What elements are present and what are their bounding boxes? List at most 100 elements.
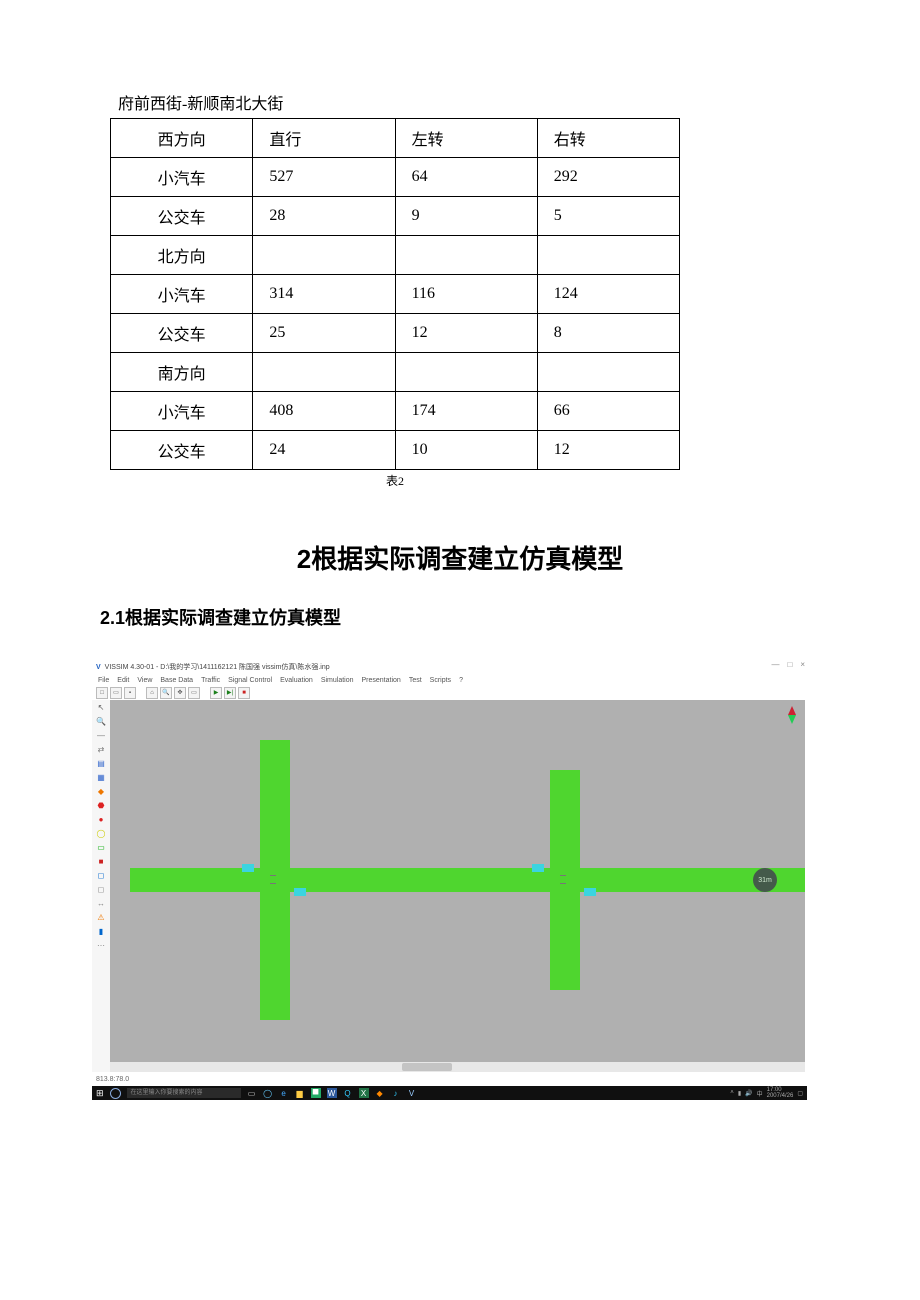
menu-item[interactable]: Evaluation: [280, 677, 313, 684]
table-row: 公交车25128: [111, 314, 680, 353]
minimize-icon[interactable]: —: [771, 660, 779, 669]
row-label: 小汽车: [111, 158, 253, 197]
park-tool-icon[interactable]: ◻: [95, 870, 107, 882]
signal-tool-icon[interactable]: ●: [95, 814, 107, 826]
toolbar-zoom-icon[interactable]: 🔍: [160, 687, 172, 699]
bus-stop-icon[interactable]: ■: [95, 856, 107, 868]
taskbar-search-input[interactable]: 在这里输入你要搜索的内容: [127, 1088, 241, 1098]
app-icon: V: [96, 664, 101, 671]
menu-item[interactable]: Presentation: [362, 677, 401, 684]
priority-tool-icon[interactable]: ◯: [95, 828, 107, 840]
table-row: 公交车2895: [111, 197, 680, 236]
warning-tool-icon[interactable]: ⚠: [95, 912, 107, 924]
window-title: VISSIM 4.30-01 - D:\我的学习\1411162121 陈国强 …: [105, 662, 330, 672]
chart-tool-icon[interactable]: ▮: [95, 926, 107, 938]
section-heading: 2根据实际调查建立仿真模型: [100, 539, 820, 576]
status-bar: 813.8:78.0: [92, 1072, 807, 1086]
toolbar-zoom-fit-icon[interactable]: ⌂: [146, 687, 158, 699]
row-label: 公交车: [111, 314, 253, 353]
cortana-icon[interactable]: [110, 1088, 121, 1099]
windows-taskbar: ⊞ 在这里输入你要搜索的内容 ▭ ◯ e ▆ ⯀ W Q X ◆ ♪ V ˄ ▮…: [92, 1086, 807, 1100]
speed-tool-icon[interactable]: ◆: [95, 786, 107, 798]
scale-badge[interactable]: 31m: [753, 868, 777, 892]
node-tool-icon[interactable]: ◻: [95, 884, 107, 896]
zoom-tool-icon[interactable]: 🔍: [95, 716, 107, 728]
menu-item[interactable]: Signal Control: [228, 677, 272, 684]
lane-marking: [270, 875, 276, 876]
traffic-table: 西方向 直行 左转 右转 小汽车52764292 公交车2895 北方向 小汽车…: [110, 118, 680, 470]
task-view-icon[interactable]: ▭: [247, 1088, 257, 1098]
compass-icon: [785, 706, 799, 724]
lane-marking: [560, 875, 566, 876]
horizontal-scrollbar[interactable]: [110, 1062, 805, 1072]
menu-item[interactable]: Test: [409, 677, 422, 684]
app-edge-icon[interactable]: e: [279, 1088, 289, 1098]
road-horizontal: [130, 868, 805, 892]
app-qq-icon[interactable]: Q: [343, 1088, 353, 1098]
tray-notifications-icon[interactable]: ▢: [797, 1090, 803, 1097]
measure-tool-icon[interactable]: ↔: [95, 898, 107, 910]
table-header-row: 西方向 直行 左转 右转: [111, 119, 680, 158]
misc-tool-icon[interactable]: ⋯: [95, 940, 107, 952]
tray-network-icon[interactable]: ▮: [738, 1090, 741, 1097]
menu-item[interactable]: View: [137, 677, 152, 684]
toolbar-new-icon[interactable]: □: [96, 687, 108, 699]
row-label: 公交车: [111, 431, 253, 470]
scrollbar-thumb[interactable]: [402, 1063, 452, 1071]
table-row: 南方向: [111, 353, 680, 392]
app-music-icon[interactable]: ♪: [391, 1088, 401, 1098]
tray-clock[interactable]: 17:002007/4/26: [767, 1087, 794, 1099]
table-caption: 表2: [100, 472, 690, 489]
toolbar-pan-icon[interactable]: ✥: [174, 687, 186, 699]
toolbar-play-icon[interactable]: ▶: [210, 687, 222, 699]
menu-item[interactable]: File: [98, 677, 109, 684]
start-button-icon[interactable]: ⊞: [96, 1088, 104, 1099]
system-tray[interactable]: ˄ ▮ 🔊 中 17:002007/4/26 ▢: [730, 1087, 803, 1099]
app-cortana-icon[interactable]: ◯: [263, 1088, 273, 1098]
toolbar-stop-icon[interactable]: ■: [238, 687, 250, 699]
header-straight: 直行: [253, 119, 395, 158]
menu-item[interactable]: Scripts: [430, 677, 451, 684]
toolbar-step-icon[interactable]: ▶|: [224, 687, 236, 699]
menu-item[interactable]: Base Data: [160, 677, 193, 684]
app-store-icon[interactable]: ⯀: [311, 1088, 321, 1098]
connector-tool-icon[interactable]: ⇄: [95, 744, 107, 756]
toolbar-select-icon[interactable]: ▭: [188, 687, 200, 699]
tray-up-icon[interactable]: ˄: [730, 1090, 734, 1096]
bus-stop-marker: [532, 864, 544, 872]
maximize-icon[interactable]: □: [787, 660, 792, 669]
toolbar-save-icon[interactable]: ▪: [124, 687, 136, 699]
app-generic-icon[interactable]: ◆: [375, 1088, 385, 1098]
row-label: 北方向: [111, 236, 253, 275]
menu-item[interactable]: Simulation: [321, 677, 354, 684]
detector-tool-icon[interactable]: ▭: [95, 842, 107, 854]
vissim-screenshot: V VISSIM 4.30-01 - D:\我的学习\1411162121 陈国…: [92, 660, 807, 1100]
stop-sign-icon[interactable]: ⬣: [95, 800, 107, 812]
app-explorer-icon[interactable]: ▆: [295, 1088, 305, 1098]
bus-stop-marker: [294, 888, 306, 896]
header-left: 左转: [395, 119, 537, 158]
window-titlebar: V VISSIM 4.30-01 - D:\我的学习\1411162121 陈国…: [92, 660, 807, 674]
vehicle-input-icon[interactable]: ▦: [95, 772, 107, 784]
close-icon[interactable]: ×: [800, 660, 805, 669]
tray-ime-icon[interactable]: 中: [757, 1089, 763, 1098]
app-vissim-icon[interactable]: V: [407, 1088, 417, 1098]
pointer-tool-icon[interactable]: ↖: [95, 702, 107, 714]
menu-item[interactable]: ?: [459, 677, 463, 684]
toolbar-open-icon[interactable]: ▭: [110, 687, 122, 699]
menu-item[interactable]: Traffic: [201, 677, 220, 684]
table-title: 府前西街-新顺南北大街: [118, 90, 820, 114]
menu-item[interactable]: Edit: [117, 677, 129, 684]
row-label: 小汽车: [111, 275, 253, 314]
app-word-icon[interactable]: W: [327, 1088, 337, 1098]
coordinate-readout: 813.8:78.0: [96, 1076, 129, 1083]
table-row: 小汽车40817466: [111, 392, 680, 431]
header-right: 右转: [537, 119, 679, 158]
app-excel-icon[interactable]: X: [359, 1088, 369, 1098]
tray-volume-icon[interactable]: 🔊: [745, 1090, 752, 1097]
table-row: 小汽车314116124: [111, 275, 680, 314]
link-tool-icon[interactable]: ―: [95, 730, 107, 742]
route-tool-icon[interactable]: ▤: [95, 758, 107, 770]
table-row: 公交车241012: [111, 431, 680, 470]
network-canvas[interactable]: 31m: [110, 700, 805, 1072]
